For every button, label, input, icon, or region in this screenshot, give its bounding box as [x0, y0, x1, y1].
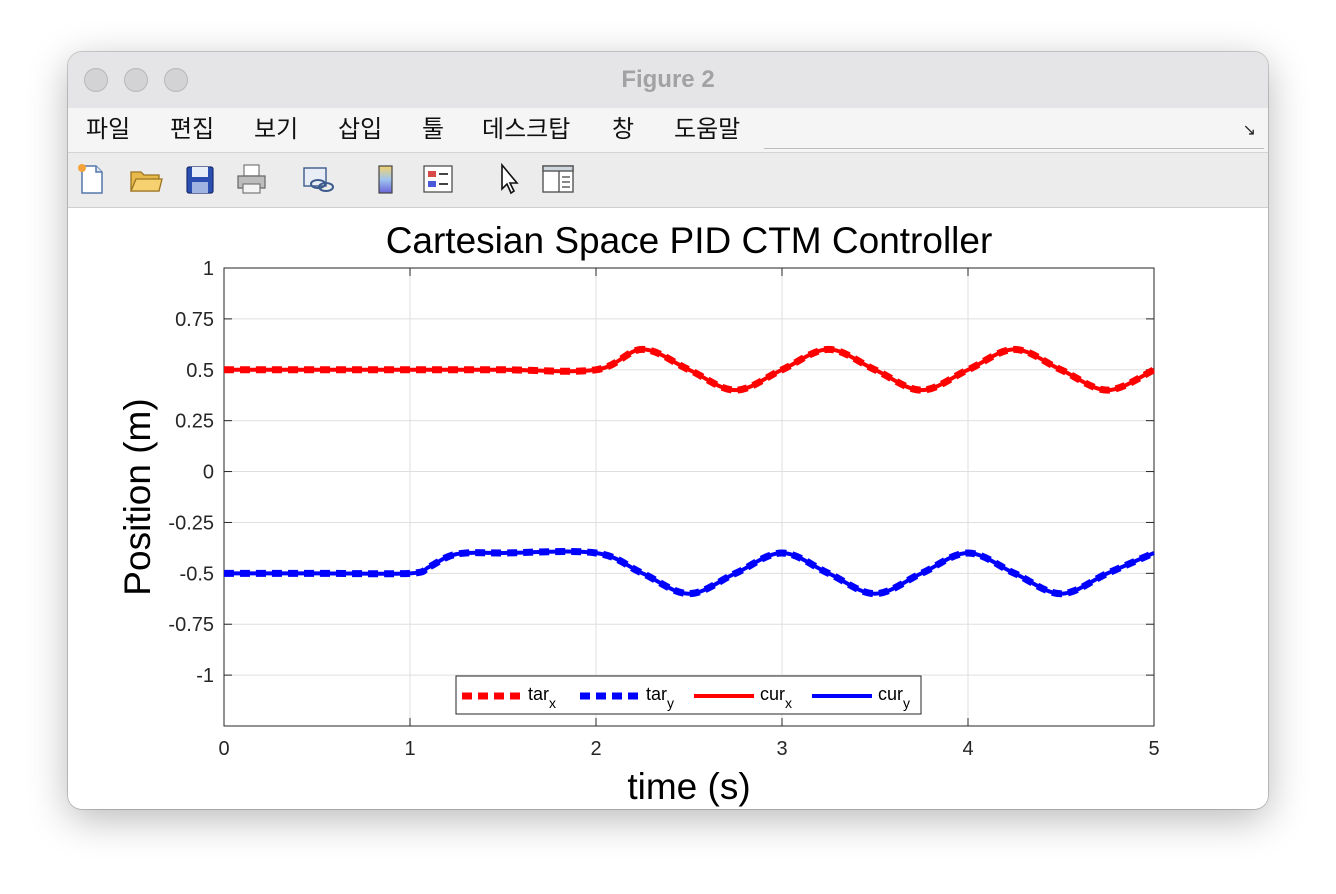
legend-label-base: tar [646, 684, 667, 704]
chart-title: Cartesian Space PID CTM Controller [386, 220, 993, 261]
legend-label-base: cur [878, 684, 903, 704]
toolbar [68, 152, 1268, 208]
open-file-icon[interactable] [128, 162, 164, 196]
legend-icon[interactable] [420, 162, 456, 196]
legend-label-subscript: y [667, 695, 674, 711]
x-tick-label: 1 [404, 738, 415, 760]
menu-edit[interactable]: 편집 [170, 115, 214, 145]
menu-help[interactable]: 도움말 [674, 115, 740, 145]
link-plot-icon[interactable] [300, 162, 336, 196]
menu-bar: 파일 편집 보기 삽입 툴 데스크탑 창 도움말 ↘ [68, 108, 1268, 152]
x-tick-label: 4 [962, 738, 973, 760]
x-tick-label: 2 [590, 738, 601, 760]
x-axis-label: time (s) [627, 766, 750, 807]
window-title: Figure 2 [621, 66, 715, 93]
menu-insert[interactable]: 삽입 [338, 115, 382, 145]
legend-label-subscript: x [785, 695, 792, 711]
legend[interactable]: tarx tary curx cury [455, 675, 922, 715]
grid-lines [223, 267, 1155, 726]
y-tick-label: 0.75 [175, 309, 214, 331]
y-tick-label: -0.75 [168, 614, 214, 636]
save-icon[interactable] [182, 162, 218, 196]
y-tick-label: -0.5 [180, 563, 214, 585]
legend-label-subscript: x [549, 695, 556, 711]
y-tick-label: -0.25 [168, 512, 214, 534]
x-tick-label: 0 [218, 738, 229, 760]
colorbar-icon[interactable] [368, 162, 404, 196]
menu-desktop[interactable]: 데스크탑 [482, 115, 570, 145]
print-icon[interactable] [234, 162, 270, 196]
edit-plot-cursor-icon[interactable] [492, 162, 528, 196]
y-tick-label: 0.5 [186, 360, 214, 382]
menu-file[interactable]: 파일 [86, 115, 130, 145]
menu-window[interactable]: 창 [612, 115, 634, 145]
y-tick-label: 0.25 [175, 411, 214, 433]
dock-arrow-icon[interactable]: ↘ [1243, 120, 1256, 140]
line-chart[interactable]: 0 1 2 3 4 5 1 0.75 0.5 0.25 0 -0.25 -0.5 -0.75 -1 Cart… [68, 208, 1268, 809]
x-tick-label: 5 [1148, 738, 1159, 760]
axes-frame [223, 267, 1155, 727]
x-tick-label: 3 [776, 738, 787, 760]
figure-window: Figure 2 파일 편집 보기 삽입 툴 데스크탑 창 도움말 ↘ 0 1 … [68, 52, 1268, 809]
legend-label-base: cur [760, 684, 785, 704]
figure-canvas: 0 1 2 3 4 5 1 0.75 0.5 0.25 0 -0.25 -0.5 -0.75 -1 Cart… [68, 208, 1268, 809]
y-tick-label: -1 [196, 665, 214, 687]
new-figure-icon[interactable] [74, 162, 110, 196]
y-tick-label: 0 [203, 462, 214, 484]
property-inspector-icon[interactable] [540, 162, 576, 196]
legend-label-base: tar [528, 684, 549, 704]
menu-divider [764, 148, 1264, 149]
y-axis-label: Position (m) [117, 398, 158, 595]
title-bar[interactable]: Figure 2 [68, 52, 1268, 108]
menu-view[interactable]: 보기 [254, 115, 298, 145]
menu-tools[interactable]: 툴 [422, 115, 444, 145]
y-tick-label: 1 [203, 258, 214, 280]
legend-label-subscript: y [903, 695, 910, 711]
